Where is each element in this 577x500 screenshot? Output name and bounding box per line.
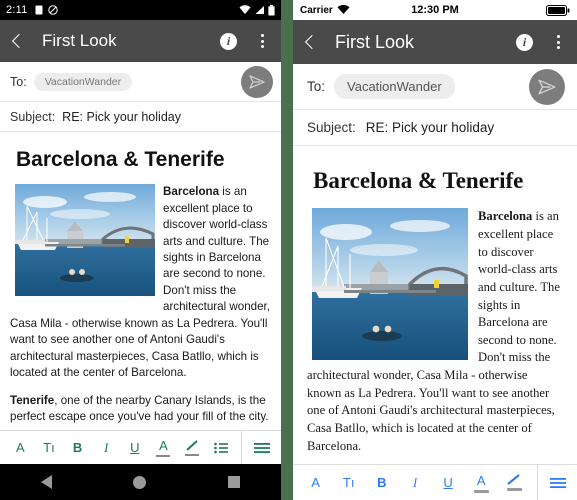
to-label: To: xyxy=(307,79,326,94)
subject-field-row[interactable]: Subject: RE: Pick your holiday xyxy=(0,102,281,132)
paragraph-lead-barcelona: Barcelona xyxy=(478,209,533,224)
signal-icon xyxy=(255,6,264,14)
text-color-icon[interactable]: A xyxy=(472,470,490,496)
text-color-swatch xyxy=(473,489,489,493)
nav-home-icon[interactable] xyxy=(133,475,147,489)
format-toolbar-items: A Tı B I U A xyxy=(0,435,241,461)
text-color-swatch xyxy=(156,455,171,457)
page-title: First Look xyxy=(335,31,415,52)
underline-icon[interactable]: U xyxy=(126,435,144,461)
format-toolbar-items: A Tı B I U A xyxy=(293,470,537,496)
kebab-menu-icon[interactable] xyxy=(549,35,567,49)
info-icon[interactable]: i xyxy=(516,33,533,51)
paragraph-tenerife: Tenerife, one of the nearby Canary Islan… xyxy=(10,393,271,426)
email-heading: Barcelona & Tenerife xyxy=(16,148,225,171)
bold-icon[interactable]: B xyxy=(373,470,391,496)
android-compose-area: To: VacationWander Subject: RE: Pick you… xyxy=(0,62,281,430)
align-menu-icon[interactable] xyxy=(241,431,281,464)
battery-icon xyxy=(268,4,275,15)
page-title: First Look xyxy=(42,31,117,50)
ios-phone-panel: Carrier 12:30 PM First Look i To: Vacati… xyxy=(289,0,577,500)
status-bar-system-icons xyxy=(239,4,275,16)
side-by-side-comparison: 2:11 First Look i To: VacationWander Sub… xyxy=(0,0,577,500)
recipient-chip[interactable]: VacationWander xyxy=(33,72,133,91)
highlight-color-swatch xyxy=(185,453,200,456)
text-color-icon[interactable]: A xyxy=(154,435,172,461)
android-status-bar: 2:11 xyxy=(0,0,281,20)
android-phone-panel: 2:11 First Look i To: VacationWander Sub… xyxy=(0,0,281,500)
panel-divider xyxy=(281,0,289,500)
info-icon[interactable]: i xyxy=(220,32,237,50)
ios-status-bar: Carrier 12:30 PM xyxy=(293,0,577,20)
paragraph-lead-barcelona: Barcelona xyxy=(163,185,220,199)
subject-label: Subject: xyxy=(307,120,356,135)
underline-icon[interactable]: U xyxy=(439,470,457,496)
ios-format-toolbar: A Tı B I U A xyxy=(293,464,577,500)
italic-icon[interactable]: I xyxy=(406,470,424,496)
font-family-icon[interactable]: A xyxy=(11,435,29,461)
paragraph-lead-tenerife: Tenerife xyxy=(10,393,55,407)
clipboard-icon xyxy=(35,5,43,15)
android-app-bar: First Look i xyxy=(0,20,281,62)
nav-recents-icon[interactable] xyxy=(228,476,241,488)
android-format-toolbar: A Tı B I U A xyxy=(0,430,281,464)
send-button[interactable] xyxy=(241,66,273,98)
android-email-body[interactable]: Barcelona & Tenerife Barcelona is an exc… xyxy=(0,132,281,430)
highlight-pen-icon[interactable] xyxy=(183,435,201,461)
to-field-row[interactable]: To: VacationWander xyxy=(0,62,281,102)
subject-input[interactable]: RE: Pick your holiday xyxy=(366,120,494,135)
font-size-icon[interactable]: Tı xyxy=(40,435,58,461)
barcelona-harbor-photo xyxy=(312,208,468,361)
send-paper-plane-icon xyxy=(538,79,556,95)
mute-icon xyxy=(48,5,59,15)
send-paper-plane-icon xyxy=(249,75,265,89)
nav-back-icon[interactable] xyxy=(40,475,52,489)
back-chevron-icon[interactable] xyxy=(10,34,24,48)
wifi-icon xyxy=(239,5,251,14)
kebab-menu-icon[interactable] xyxy=(253,34,271,48)
android-navigation-bar xyxy=(0,464,281,500)
to-label: To: xyxy=(10,74,27,89)
bold-icon[interactable]: B xyxy=(69,435,87,461)
status-bar-notification-icons xyxy=(35,5,59,15)
email-heading: Barcelona & Tenerife xyxy=(313,168,524,193)
back-chevron-icon[interactable] xyxy=(303,35,317,49)
recipient-chip[interactable]: VacationWander xyxy=(334,74,455,99)
bulleted-list-icon[interactable] xyxy=(212,435,230,461)
subject-label: Subject: xyxy=(10,109,56,124)
italic-icon[interactable]: I xyxy=(97,435,115,461)
subject-input[interactable]: RE: Pick your holiday xyxy=(62,110,181,124)
ios-email-body[interactable]: Barcelona & Tenerife Barcelona is an exc… xyxy=(293,146,577,464)
highlight-pen-icon[interactable] xyxy=(505,470,523,496)
ios-compose-area: To: VacationWander Subject: RE: Pick you… xyxy=(293,64,577,464)
ios-app-bar: First Look i xyxy=(293,20,577,64)
font-size-icon[interactable]: Tı xyxy=(340,470,358,496)
barcelona-harbor-photo xyxy=(15,184,155,297)
highlight-color-swatch xyxy=(506,488,522,491)
send-button[interactable] xyxy=(529,69,565,105)
align-menu-icon[interactable] xyxy=(537,465,577,500)
font-family-icon[interactable]: A xyxy=(307,470,325,496)
status-bar-time: 12:30 PM xyxy=(411,4,459,16)
to-field-row[interactable]: To: VacationWander xyxy=(293,64,577,110)
status-bar-time: 2:11 xyxy=(6,4,28,16)
subject-field-row[interactable]: Subject: RE: Pick your holiday xyxy=(293,110,577,146)
